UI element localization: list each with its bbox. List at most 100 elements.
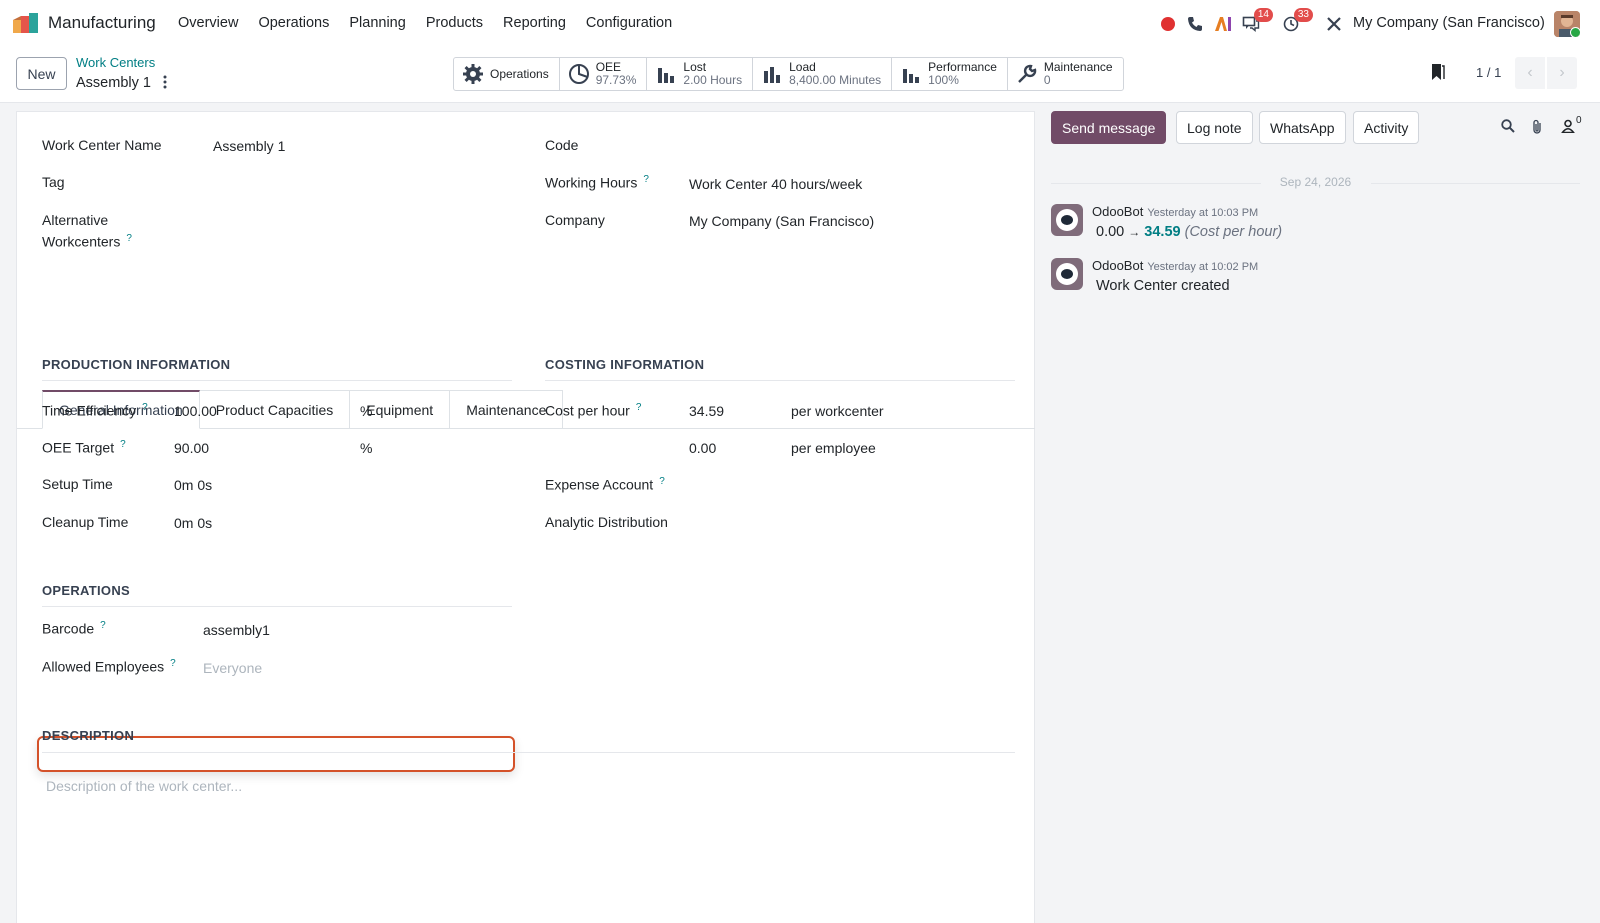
send-message-button[interactable]: Send message xyxy=(1051,111,1167,144)
help-icon[interactable]: ? xyxy=(659,476,665,487)
chatter-panel: Send message Log note WhatsApp Activity … xyxy=(1051,111,1600,923)
paperclip-icon[interactable] xyxy=(1531,119,1543,138)
expense-account-label: Expense Account? xyxy=(545,476,665,493)
setup-time-field[interactable]: 0m 0s xyxy=(174,477,212,493)
wrench-icon xyxy=(1016,63,1038,85)
menu-overview[interactable]: Overview xyxy=(178,15,238,31)
work-center-name-field[interactable]: Assembly 1 xyxy=(213,138,285,154)
log-note-button[interactable]: Log note xyxy=(1176,111,1253,144)
menu-reporting[interactable]: Reporting xyxy=(503,15,566,31)
help-icon[interactable]: ? xyxy=(643,174,649,185)
tools-icon[interactable] xyxy=(1324,14,1344,34)
chatter-message: OdooBot Yesterday at 10:03 PM 0.00 → 34.5… xyxy=(1051,204,1580,248)
new-button[interactable]: New xyxy=(16,57,67,90)
smart-buttons: Operations OEE 97.73% Lost 2.00 Hours Load… xyxy=(453,57,1124,91)
messages-icon[interactable]: 14 xyxy=(1241,8,1273,34)
activities-badge: 33 xyxy=(1293,8,1313,22)
allowed-employees-field[interactable]: Everyone xyxy=(203,660,262,676)
help-icon[interactable]: ? xyxy=(142,402,148,413)
app-name[interactable]: Manufacturing xyxy=(48,13,156,33)
ai-icon[interactable] xyxy=(1213,14,1233,34)
expense-account-field[interactable] xyxy=(689,476,1009,496)
help-icon[interactable]: ? xyxy=(100,620,106,631)
smart-maintenance-label: Maintenance xyxy=(1043,60,1113,74)
cost-per-hour-field[interactable]: 34.59 xyxy=(689,403,724,419)
time-efficiency-label: Time Efficiency? xyxy=(42,402,148,419)
cost-per-employee-unit: per employee xyxy=(791,440,876,456)
odoobot-avatar[interactable] xyxy=(1051,204,1083,236)
record-actions-kebab-icon[interactable] xyxy=(163,75,167,92)
section-divider xyxy=(42,606,512,607)
help-icon[interactable]: ? xyxy=(120,439,126,450)
oee-target-field[interactable]: 90.00 xyxy=(174,440,209,456)
company-field[interactable]: My Company (San Francisco) xyxy=(689,213,874,229)
record-icon[interactable] xyxy=(1158,14,1178,34)
pie-chart-icon xyxy=(568,63,590,85)
barcode-field[interactable]: assembly1 xyxy=(203,622,270,638)
odoobot-avatar[interactable] xyxy=(1051,258,1083,290)
bookmarks-icon[interactable] xyxy=(1429,63,1445,84)
working-hours-label: Working Hours? xyxy=(545,174,649,191)
alternative-workcenters-label-line1: Alternative xyxy=(42,212,109,228)
pager-value[interactable]: 1 / 1 xyxy=(1476,65,1501,80)
whatsapp-button[interactable]: WhatsApp xyxy=(1259,111,1346,144)
messages-badge: 14 xyxy=(1253,8,1273,22)
chevron-left-icon: ‹ xyxy=(1527,64,1533,81)
operations-heading: OPERATIONS xyxy=(42,583,130,598)
search-icon[interactable] xyxy=(1501,119,1515,136)
help-icon[interactable]: ? xyxy=(636,402,642,413)
tag-field[interactable] xyxy=(213,174,503,194)
help-icon[interactable]: ? xyxy=(170,658,176,669)
section-divider xyxy=(42,752,1015,753)
message-author: OdooBot Yesterday at 10:02 PM xyxy=(1092,258,1259,273)
date-divider-line xyxy=(1371,183,1580,184)
smart-oee-value: 97.73% xyxy=(595,73,637,87)
analytic-distribution-field[interactable] xyxy=(689,514,1009,534)
smart-button-lost[interactable]: Lost 2.00 Hours xyxy=(647,58,754,90)
activity-button[interactable]: Activity xyxy=(1353,111,1420,144)
working-hours-field[interactable]: Work Center 40 hours/week xyxy=(689,176,862,192)
smart-button-oee[interactable]: OEE 97.73% xyxy=(560,58,648,90)
bar-chart-icon xyxy=(655,63,677,85)
code-label: Code xyxy=(545,137,579,153)
menu-operations[interactable]: Operations xyxy=(258,15,329,31)
breadcrumb-current-record: Assembly 1 xyxy=(76,75,151,91)
followers-icon[interactable] xyxy=(1560,119,1576,136)
smart-button-maintenance[interactable]: Maintenance 0 xyxy=(1008,58,1123,90)
smart-button-load[interactable]: Load 8,400.00 Minutes xyxy=(753,58,893,90)
help-icon[interactable]: ? xyxy=(126,233,132,244)
employee-cost-field[interactable]: 0.00 xyxy=(689,440,716,456)
message-date-separator: Sep 24, 2026 xyxy=(1279,175,1352,189)
menu-planning[interactable]: Planning xyxy=(349,15,405,31)
manufacturing-app-icon[interactable] xyxy=(12,12,40,34)
section-divider xyxy=(545,380,1015,381)
user-avatar[interactable] xyxy=(1554,11,1580,37)
cost-per-workcenter-unit: per workcenter xyxy=(791,403,884,419)
time-efficiency-field[interactable]: 100.00 xyxy=(174,403,217,419)
code-field[interactable] xyxy=(689,137,1009,157)
chevron-right-icon: › xyxy=(1559,64,1565,81)
message-time: Yesterday at 10:02 PM xyxy=(1147,261,1259,273)
smart-button-operations[interactable]: Operations xyxy=(454,58,560,90)
smart-lost-value: 2.00 Hours xyxy=(683,73,743,87)
company-switcher[interactable]: My Company (San Francisco) xyxy=(1353,15,1545,31)
setup-time-label: Setup Time xyxy=(42,476,113,492)
pager-previous-button[interactable]: ‹ xyxy=(1515,57,1545,89)
production-information-heading: PRODUCTION INFORMATION xyxy=(42,357,231,372)
menu-products[interactable]: Products xyxy=(426,15,483,31)
cleanup-time-field[interactable]: 0m 0s xyxy=(174,515,212,531)
costing-information-heading: COSTING INFORMATION xyxy=(545,357,705,372)
pager-next-button[interactable]: › xyxy=(1547,57,1577,89)
breadcrumb-work-centers[interactable]: Work Centers xyxy=(76,55,155,70)
company-label: Company xyxy=(545,212,605,228)
alternative-workcenters-field[interactable] xyxy=(213,222,503,242)
tab-product-capacities[interactable]: Product Capacities xyxy=(199,390,351,429)
smart-button-performance[interactable]: Performance 100% xyxy=(892,58,1008,90)
description-field[interactable]: Description of the work center... xyxy=(46,778,242,794)
phone-icon[interactable] xyxy=(1185,14,1205,34)
menu-configuration[interactable]: Configuration xyxy=(586,15,672,31)
activities-clock-icon[interactable]: 33 xyxy=(1281,8,1313,34)
followers-count: 0 xyxy=(1576,115,1582,126)
main-menu: Overview Operations Planning Products Re… xyxy=(178,15,692,31)
chatter-message: OdooBot Yesterday at 10:02 PM Work Center… xyxy=(1051,258,1580,302)
